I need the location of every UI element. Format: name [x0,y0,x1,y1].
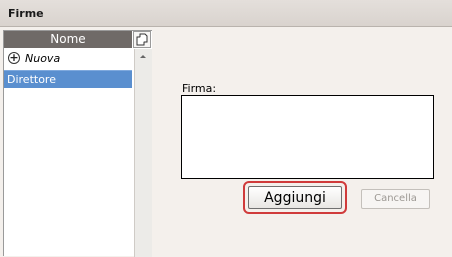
new-item-label: Nuova [25,52,61,65]
window-title: Firme [8,7,44,20]
list-item-label: Direttore [7,73,56,86]
scroll-up-arrow-icon[interactable] [140,55,146,58]
add-button-highlight: Aggiungi [243,181,347,214]
list-column-header[interactable]: Nome [4,31,132,48]
copy-button[interactable] [133,31,151,48]
list-scrollbar[interactable] [134,49,152,257]
cancel-button[interactable]: Cancella [361,189,430,209]
signature-label: Firma: [182,82,217,95]
title-bar: Firme [0,0,452,27]
list-item-new[interactable]: + Nuova [4,50,132,68]
copy-icon [136,33,148,46]
signature-list-panel: Nome + Nuova Direttore [3,30,152,257]
list-item-direttore[interactable]: Direttore [4,70,132,88]
signature-field[interactable] [181,95,434,179]
plus-circle-icon: + [8,51,20,64]
add-button[interactable]: Aggiungi [248,186,342,209]
